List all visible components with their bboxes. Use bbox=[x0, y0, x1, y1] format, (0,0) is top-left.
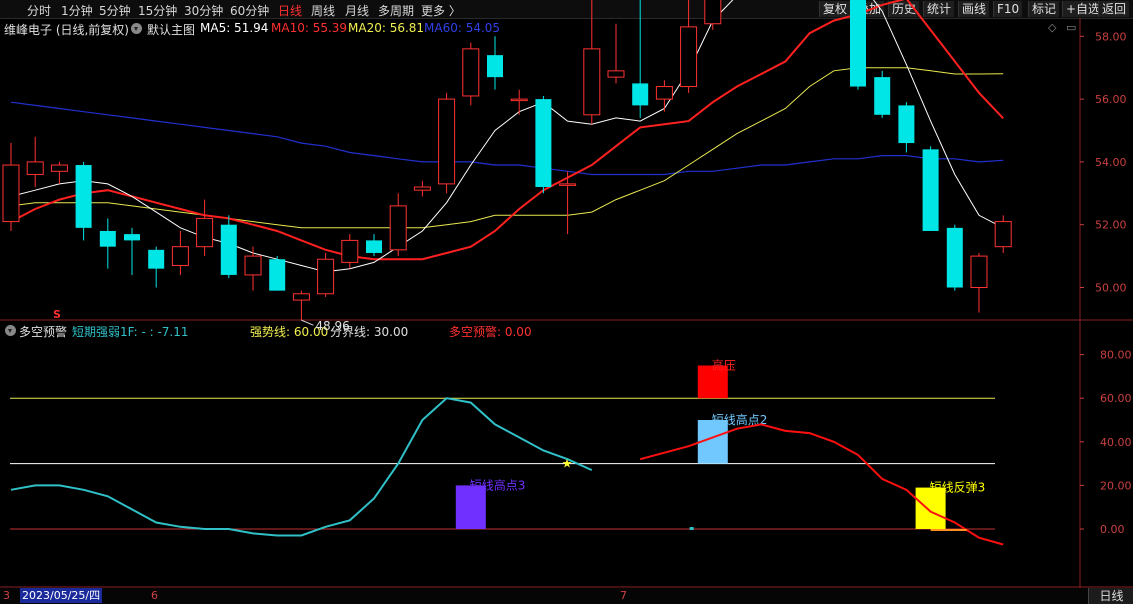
candle-body bbox=[704, 0, 722, 25]
star-marker: ★ bbox=[562, 457, 573, 471]
candle-body bbox=[680, 26, 698, 88]
cursor-date: 2023/05/25/四 bbox=[20, 588, 103, 603]
date-mark-june: 6 bbox=[151, 589, 158, 602]
price-tick-label: 54.00 bbox=[1095, 156, 1127, 169]
candle-body bbox=[922, 149, 939, 231]
candle-body bbox=[898, 105, 915, 144]
candle-body bbox=[946, 227, 963, 288]
candle-body bbox=[413, 186, 431, 191]
candle-body bbox=[220, 224, 237, 275]
low-pointer bbox=[301, 319, 314, 326]
candle-body bbox=[124, 234, 140, 241]
candle-body bbox=[994, 221, 1012, 248]
candle-body bbox=[269, 259, 286, 291]
candle-body bbox=[341, 239, 359, 263]
candle-body bbox=[171, 246, 189, 267]
price-tick-label: 52.00 bbox=[1095, 219, 1127, 232]
candle-body bbox=[75, 165, 92, 228]
candle-body bbox=[970, 255, 988, 289]
candle-body bbox=[535, 99, 552, 188]
price-tick-label: 50.00 bbox=[1095, 282, 1127, 295]
candle-body bbox=[438, 98, 456, 185]
candle-body bbox=[317, 258, 335, 295]
candle-body bbox=[874, 77, 891, 115]
candle-body bbox=[510, 98, 528, 102]
price-chart[interactable]: 66.0064.0062.0060.0058.0056.0054.0052.00… bbox=[0, 0, 1133, 604]
osc-tick-label: 0.00 bbox=[1100, 523, 1125, 536]
candle-body bbox=[366, 240, 382, 253]
low-price-label: 48.96 bbox=[315, 319, 349, 333]
candle-body bbox=[850, 0, 866, 87]
price-tick-label: 56.00 bbox=[1095, 93, 1127, 106]
candle-body bbox=[655, 86, 673, 100]
osc-tick-label: 80.00 bbox=[1100, 349, 1132, 362]
date-axis: 3 2023/05/25/四 6 7 bbox=[0, 588, 1133, 604]
candle-body bbox=[99, 230, 116, 247]
osc-tick-label: 40.00 bbox=[1100, 436, 1132, 449]
candle-body bbox=[607, 70, 625, 78]
ma60-line bbox=[10, 101, 1004, 176]
candle-body bbox=[26, 161, 44, 175]
price-tick-label: 58.00 bbox=[1095, 30, 1127, 43]
candle-body bbox=[462, 48, 480, 97]
osc-tick-label: 60.00 bbox=[1100, 392, 1132, 405]
candle-body bbox=[487, 55, 503, 78]
signal-label-short-high3: 短线高点3 bbox=[470, 477, 526, 492]
candle-body bbox=[559, 183, 577, 186]
osc-cyan-line bbox=[10, 397, 593, 537]
sell-signal-marker: S bbox=[53, 308, 61, 321]
candle-body bbox=[196, 217, 214, 248]
candle-body bbox=[389, 205, 407, 251]
date-mark-july: 7 bbox=[620, 589, 627, 602]
candle-body bbox=[50, 164, 68, 172]
osc-tick-label: 20.00 bbox=[1100, 479, 1132, 492]
candle-body bbox=[148, 249, 165, 269]
candle-body bbox=[2, 164, 20, 223]
signal-label-short-rebound3: 短线反弹3 bbox=[930, 481, 986, 495]
candle-body bbox=[583, 48, 601, 116]
osc-dot-marker bbox=[689, 527, 694, 530]
candle-body bbox=[632, 83, 649, 106]
period-tab-bottom[interactable]: 日线 bbox=[1088, 588, 1133, 604]
candle-body bbox=[292, 293, 310, 301]
date-mark-first: 3 bbox=[3, 589, 10, 602]
candle-body bbox=[244, 255, 262, 276]
signal-label-high-pressure: 高压 bbox=[712, 358, 736, 373]
